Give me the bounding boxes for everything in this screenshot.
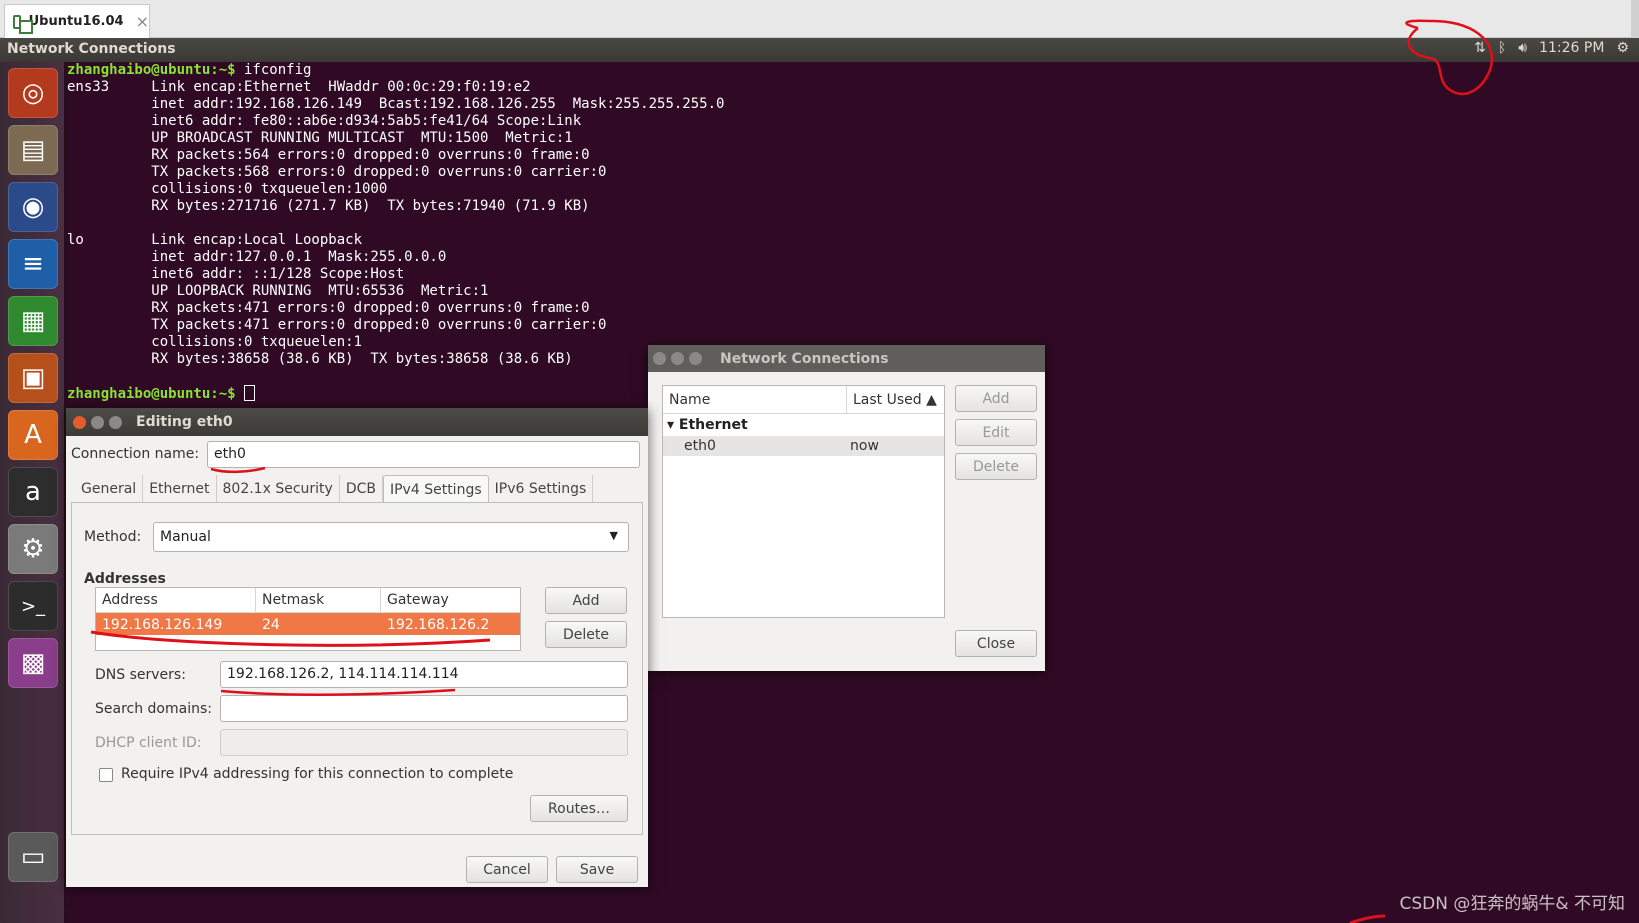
minimize-icon[interactable] — [91, 415, 104, 429]
search-domains-label: Search domains: — [95, 701, 212, 717]
panel-window-title: Network Connections — [7, 41, 176, 57]
maximize-icon[interactable] — [689, 352, 702, 365]
connections-list[interactable]: Name Last Used ▲ ▾ Ethernet eth0 now — [662, 385, 945, 618]
col-gateway-header: Gateway — [387, 592, 449, 608]
dns-servers-field[interactable]: 192.168.126.2, 114.114.114.114 — [220, 661, 628, 688]
col-last-used-header[interactable]: Last Used ▲ — [847, 386, 943, 413]
calc-icon[interactable]: ▦ — [8, 296, 58, 346]
col-address-header: Address — [96, 588, 256, 612]
chevron-down-icon: ▼ — [609, 529, 618, 542]
gear-icon[interactable]: ⚙ — [1616, 40, 1629, 56]
ubuntu-dash-icon[interactable]: ◎ — [8, 68, 58, 118]
trash-icon[interactable]: ▭ — [8, 832, 58, 882]
connection-name-field[interactable]: eth0 — [207, 441, 640, 468]
tab-ipv6-settings[interactable]: IPv6 Settings — [489, 475, 594, 503]
sort-ascending-icon: ▲ — [926, 392, 937, 408]
close-window-icon[interactable] — [653, 352, 666, 365]
search-domains-field[interactable] — [220, 695, 628, 722]
writer-icon[interactable]: ≡ — [8, 239, 58, 289]
system-tray: ⇅ ᛒ 🔊︎ 11:26 PM ⚙ — [1474, 40, 1629, 56]
maximize-icon[interactable] — [109, 415, 122, 429]
window-title: Editing eth0 — [136, 414, 233, 430]
cell-netmask[interactable]: 24 — [256, 613, 381, 635]
terminal-prompt-2: zhanghaibo@ubuntu:~$ — [67, 386, 236, 402]
terminal-icon[interactable]: >_ — [8, 581, 58, 631]
close-tab-icon[interactable]: × — [136, 12, 149, 31]
dhcp-client-id-field — [220, 729, 628, 756]
clock[interactable]: 11:26 PM — [1539, 40, 1604, 56]
cell-gateway[interactable]: 192.168.126.2 — [381, 613, 495, 635]
dns-label: DNS servers: — [95, 667, 186, 683]
network-connections-window: Network Connections Name Last Used ▲ ▾ E… — [648, 345, 1045, 671]
col-netmask-header: Netmask — [256, 588, 381, 612]
group-ethernet[interactable]: ▾ Ethernet — [663, 414, 944, 436]
tab-802-1x-security[interactable]: 802.1x Security — [217, 475, 340, 503]
system-settings-icon[interactable]: ⚙ — [8, 524, 58, 574]
table-header: Address Netmask Gateway — [96, 588, 520, 613]
tab-ipv4-settings[interactable]: IPv4 Settings — [382, 475, 489, 503]
watermark: CSDN @狂奔的蜗牛& 不可知 — [1399, 894, 1625, 914]
title-bar: Editing eth0 — [66, 408, 648, 436]
dhcp-client-id-label: DHCP client ID: — [95, 735, 202, 751]
scrollbar[interactable] — [1631, 0, 1639, 38]
add-connection-button[interactable]: Add — [955, 385, 1037, 412]
col-name-header[interactable]: Name — [663, 386, 847, 413]
addresses-table[interactable]: Address Netmask Gateway 192.168.126.149 … — [95, 587, 521, 651]
require-ipv4-checkbox[interactable] — [99, 768, 113, 782]
tab-general[interactable]: General — [75, 475, 144, 503]
vm-tab-label: Ubuntu16.04 — [28, 14, 124, 29]
addresses-heading: Addresses — [84, 571, 166, 587]
method-value: Manual — [160, 529, 211, 545]
routes-button[interactable]: Routes… — [530, 795, 628, 822]
title-bar: Network Connections — [648, 345, 1045, 372]
firefox-icon[interactable]: ◉ — [8, 182, 58, 232]
delete-connection-button[interactable]: Delete — [955, 453, 1037, 480]
launcher: ◎ ▤ ◉ ≡ ▦ ▣ Aa ⚙ >_ ▩ ▭ — [0, 62, 65, 923]
volume-icon[interactable]: 🔊︎ — [1518, 40, 1527, 56]
tab-dcb[interactable]: DCB — [340, 475, 383, 503]
impress-icon[interactable]: ▣ — [8, 353, 58, 403]
tab-ethernet[interactable]: Ethernet — [143, 475, 217, 503]
window-title: Network Connections — [720, 350, 889, 367]
edit-connection-button[interactable]: Edit — [955, 419, 1037, 446]
vm-tab-ubuntu[interactable]: Ubuntu16.04 × — [4, 4, 150, 38]
terminal-lines: ens33 Link encap:Ethernet HWaddr 00:0c:2… — [67, 79, 725, 367]
close-window-icon[interactable] — [73, 415, 86, 429]
editing-connection-window: Editing eth0 Connection name: eth0 Gener… — [66, 408, 648, 887]
vm-tab-bar: Ubuntu16.04 × — [0, 0, 1639, 38]
list-header: Name Last Used ▲ — [663, 386, 944, 414]
software-center-icon[interactable]: A — [8, 410, 58, 460]
amazon-icon[interactable]: a — [8, 467, 58, 517]
top-panel: Network Connections ⇅ ᛒ 🔊︎ 11:26 PM ⚙ — [0, 38, 1639, 62]
files-icon[interactable]: ▤ — [8, 125, 58, 175]
method-label: Method: — [84, 529, 142, 545]
minimize-icon[interactable] — [671, 352, 684, 365]
terminal-cursor — [244, 385, 256, 401]
network-icon[interactable]: ⇅ — [1474, 40, 1486, 56]
cell-address[interactable]: 192.168.126.149 — [96, 613, 256, 635]
close-button[interactable]: Close — [955, 630, 1037, 657]
add-address-button[interactable]: Add — [545, 587, 627, 614]
terminal-command: ifconfig — [235, 62, 312, 78]
tab-bar: General Ethernet 802.1x Security DCB IPv4 Se… — [75, 475, 594, 503]
network-connections-icon[interactable]: ▩ — [8, 638, 58, 688]
vm-icon — [13, 14, 33, 34]
connection-name-label: Connection name: — [71, 446, 200, 462]
list-item[interactable]: eth0 now — [663, 436, 944, 456]
connection-last-used: now — [850, 438, 879, 454]
bluetooth-icon[interactable]: ᛒ — [1498, 40, 1506, 56]
connection-name: eth0 — [684, 438, 716, 454]
table-row[interactable]: 192.168.126.149 24 192.168.126.2 — [96, 613, 520, 635]
terminal-prompt: zhanghaibo@ubuntu:~$ — [67, 62, 236, 78]
delete-address-button[interactable]: Delete — [545, 621, 627, 648]
require-ipv4-label[interactable]: Require IPv4 addressing for this connect… — [121, 766, 513, 782]
method-select[interactable]: Manual ▼ — [153, 522, 629, 552]
save-button[interactable]: Save — [556, 856, 638, 883]
expander-icon[interactable]: ▾ — [667, 417, 674, 433]
cancel-button[interactable]: Cancel — [466, 856, 548, 883]
